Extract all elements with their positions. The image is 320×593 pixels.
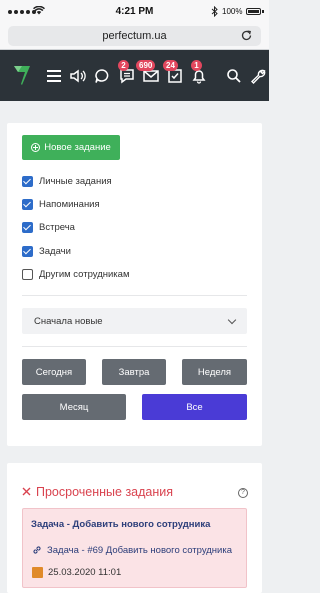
- new-task-label: Новое задание: [44, 142, 111, 153]
- overdue-title: Просроченные задания: [36, 485, 174, 499]
- checkbox-personal-tasks[interactable]: Личные задания: [22, 174, 112, 188]
- battery-icon: [246, 8, 261, 15]
- tasks-badge: 2: [118, 60, 129, 71]
- checklist-badge: 24: [163, 60, 178, 71]
- checkbox-label: Напоминания: [39, 198, 100, 210]
- checklist-icon[interactable]: 24: [163, 60, 185, 86]
- checkbox-checked-icon[interactable]: [22, 198, 33, 210]
- bell-badge: 1: [191, 60, 202, 71]
- sort-selected-value: Сначала новые: [34, 316, 103, 327]
- checkbox-tasks[interactable]: Задачи: [22, 244, 71, 258]
- bluetooth-icon: [211, 6, 218, 17]
- period-week-button[interactable]: Неделя: [182, 359, 247, 385]
- new-task-button[interactable]: Новое задание: [22, 135, 120, 160]
- checkbox-label: Встреча: [39, 221, 75, 233]
- menu-icon[interactable]: [44, 66, 64, 86]
- overdue-task-item[interactable]: Задача - Добавить нового сотрудника Зада…: [22, 508, 247, 588]
- period-today-button[interactable]: Сегодня: [22, 359, 86, 385]
- reload-icon[interactable]: [240, 29, 253, 42]
- address-field[interactable]: perfectum.ua: [8, 26, 261, 46]
- checkbox-checked-icon[interactable]: [22, 175, 33, 187]
- logo-icon[interactable]: [12, 63, 32, 87]
- period-all-button[interactable]: Все: [142, 394, 247, 420]
- close-icon: [22, 487, 31, 496]
- task-link[interactable]: Задача - #69 Добавить нового сотрудника: [47, 545, 232, 556]
- checkbox-label: Другим сотрудникам: [39, 268, 130, 280]
- checkbox-checked-icon[interactable]: [22, 245, 33, 257]
- tasks-icon[interactable]: 2: [117, 60, 137, 86]
- plus-circle-icon: [31, 143, 41, 152]
- browser-bar: perfectum.ua: [0, 24, 269, 50]
- battery-tip: [262, 10, 264, 13]
- period-month-button[interactable]: Месяц: [22, 394, 126, 420]
- url-text: perfectum.ua: [102, 30, 167, 42]
- app-header: 2 690 24 1: [0, 50, 269, 101]
- period-tomorrow-button[interactable]: Завтра: [102, 359, 166, 385]
- help-icon[interactable]: ?: [238, 488, 248, 498]
- checkbox-meeting[interactable]: Встреча: [22, 220, 75, 234]
- search-icon[interactable]: [224, 66, 244, 86]
- checkbox-reminders[interactable]: Напоминания: [22, 197, 100, 211]
- checkbox-checked-icon[interactable]: [22, 221, 33, 233]
- filters-card: Новое задание Личные задания Напоминания…: [7, 123, 262, 446]
- sound-icon[interactable]: [68, 66, 88, 86]
- task-date: 25.03.2020 11:01: [48, 567, 122, 578]
- bell-icon[interactable]: 1: [189, 60, 209, 86]
- mail-badge: 690: [136, 60, 156, 71]
- mail-icon[interactable]: 690: [136, 60, 161, 86]
- task-title[interactable]: Задача - Добавить нового сотрудника: [31, 519, 210, 530]
- calendar-icon: [32, 567, 43, 578]
- link-icon: [33, 546, 41, 554]
- checkbox-other-employees[interactable]: Другим сотрудникам: [22, 267, 129, 281]
- chevron-down-icon: [227, 315, 237, 325]
- chat-icon[interactable]: [92, 66, 112, 86]
- sort-select[interactable]: Сначала новые: [22, 308, 247, 334]
- checkbox-label: Задачи: [39, 245, 71, 257]
- checkbox-unchecked-icon[interactable]: [22, 268, 33, 280]
- divider: [22, 346, 247, 347]
- battery-percent: 100%: [222, 7, 243, 16]
- overdue-card: Просроченные задания ? Задача - Добавить…: [7, 463, 262, 593]
- status-bar: 4:21 PM 100%: [0, 0, 269, 24]
- wrench-icon[interactable]: [248, 66, 268, 86]
- checkbox-label: Личные задания: [39, 175, 112, 187]
- divider: [22, 295, 247, 296]
